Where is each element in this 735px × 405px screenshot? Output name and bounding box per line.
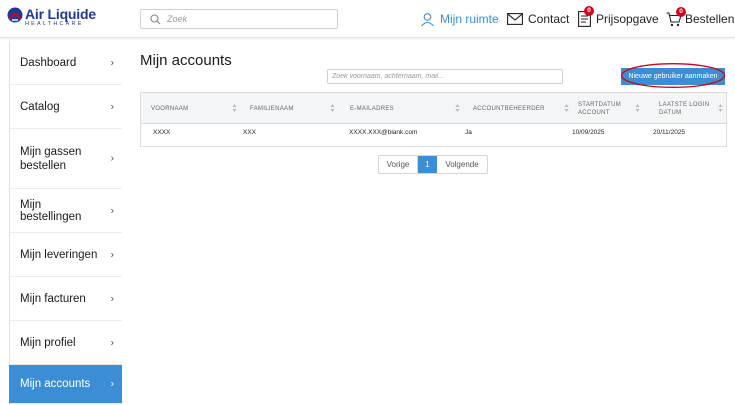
column-header-familienaam[interactable]: FAMILIENAAM	[250, 93, 340, 124]
column-header-laatste-login-datum[interactable]: LAATSTE LOGIN DATUM	[659, 93, 723, 124]
logo-brand-text: Air Liquide	[25, 6, 96, 22]
mijn-ruimte-link[interactable]: Mijn ruimte	[420, 9, 499, 29]
prijsopgave-badge: 0	[584, 6, 594, 16]
new-user-button[interactable]: Nieuwe gebruiker aanmaken	[621, 68, 725, 85]
cell-laatste-login: 20/11/2025	[653, 129, 686, 136]
sidebar-item-mijn-gassen-bestellen[interactable]: Mijn gassen bestellen ›	[9, 129, 122, 189]
cell-startdatum: 10/09/2025	[572, 129, 605, 136]
mijn-ruimte-label: Mijn ruimte	[440, 12, 499, 26]
sort-icon	[455, 104, 460, 112]
sidebar-item-label: Dashboard	[20, 56, 77, 69]
sidebar-item-label: Mijn accounts	[20, 378, 91, 390]
chevron-right-icon: ›	[110, 293, 114, 304]
sidebar-item-label: Catalog	[20, 100, 60, 113]
sidebar-item-label: Mijn gassen bestellen	[20, 145, 82, 172]
chevron-right-icon: ›	[110, 249, 114, 260]
chevron-right-icon: ›	[110, 378, 114, 390]
sidebar-menu: Dashboard › Catalog › Mijn gassen bestel…	[9, 41, 122, 404]
air-liquide-logo[interactable]: Air Liquide HEALTHCARE	[7, 6, 96, 32]
column-header-accountbeheerder[interactable]: ACCOUNTBEHEERDER	[473, 93, 573, 124]
accounts-table: VOORNAAM FAMILIENAAM E-MAILADRES ACCOUNT…	[140, 92, 727, 147]
column-header-startdatum-account[interactable]: STARTDATUM ACCOUNT	[578, 93, 642, 124]
contact-link[interactable]: Contact	[507, 9, 569, 29]
sort-icon	[564, 104, 569, 112]
search-icon	[150, 14, 161, 25]
sidebar-item-label: Mijn profiel	[20, 336, 76, 349]
page-title: Mijn accounts	[140, 52, 232, 69]
cell-e-mailadres: XXXX.XXX@blank.com	[349, 129, 418, 136]
sidebar-item-mijn-leveringen[interactable]: Mijn leveringen ›	[9, 233, 122, 277]
pagination-previous-button[interactable]: Vorige	[379, 156, 418, 173]
logo-mark-icon	[7, 7, 23, 23]
prijsopgave-link[interactable]: 0 Prijsopgave	[578, 6, 659, 29]
global-search-input[interactable]	[167, 12, 332, 26]
chevron-right-icon: ›	[110, 152, 114, 164]
sidebar-item-mijn-bestellingen[interactable]: Mijn bestellingen ›	[9, 189, 122, 233]
user-icon	[420, 12, 435, 27]
chevron-right-icon: ›	[110, 101, 114, 112]
sidebar-item-label: Mijn bestellingen	[20, 198, 82, 223]
contact-label: Contact	[528, 12, 570, 26]
cell-accountbeheerder: Ja	[465, 129, 472, 136]
bestellen-badge: 0	[676, 6, 686, 17]
bestellen-link[interactable]: 0 Bestellen	[666, 6, 735, 29]
cart-icon: 0	[666, 6, 686, 27]
cell-voornaam: XXXX	[153, 129, 171, 136]
sidebar-item-label: Mijn facturen	[20, 292, 86, 305]
sidebar-item-mijn-profiel[interactable]: Mijn profiel ›	[9, 321, 122, 365]
sort-icon	[330, 104, 335, 112]
sidebar-item-mijn-accounts[interactable]: Mijn accounts ›	[9, 365, 122, 404]
global-search[interactable]	[140, 9, 338, 29]
table-header: VOORNAAM FAMILIENAAM E-MAILADRES ACCOUNT…	[141, 93, 726, 124]
top-header: Air Liquide HEALTHCARE Mijn ruimte Conta…	[0, 0, 735, 38]
column-header-e-mailadres[interactable]: E-MAILADRES	[350, 93, 465, 124]
account-search-input[interactable]	[327, 69, 563, 84]
sidebar-item-label: Mijn leveringen	[20, 248, 98, 261]
column-header-voornaam[interactable]: VOORNAAM	[151, 93, 241, 124]
bestellen-label: Bestellen	[685, 12, 735, 26]
pagination: Vorige 1 Volgende	[378, 155, 488, 174]
chevron-right-icon: ›	[110, 205, 114, 216]
mail-icon	[507, 13, 523, 25]
sidebar-item-catalog[interactable]: Catalog ›	[9, 85, 122, 129]
chevron-right-icon: ›	[110, 57, 114, 68]
cell-familienaam: XXX	[243, 129, 257, 136]
pagination-next-button[interactable]: Volgende	[437, 156, 487, 173]
chevron-right-icon: ›	[110, 337, 114, 348]
pagination-page-1[interactable]: 1	[418, 156, 437, 173]
sort-icon	[232, 104, 237, 112]
quote-document-icon: 0	[578, 6, 594, 27]
sidebar-item-dashboard[interactable]: Dashboard ›	[9, 41, 122, 85]
sidebar-item-mijn-facturen[interactable]: Mijn facturen ›	[9, 277, 122, 321]
sort-icon	[635, 104, 640, 112]
prijsopgave-label: Prijsopgave	[596, 12, 659, 26]
sort-icon	[718, 104, 723, 112]
logo-sub-text: HEALTHCARE	[25, 21, 84, 27]
